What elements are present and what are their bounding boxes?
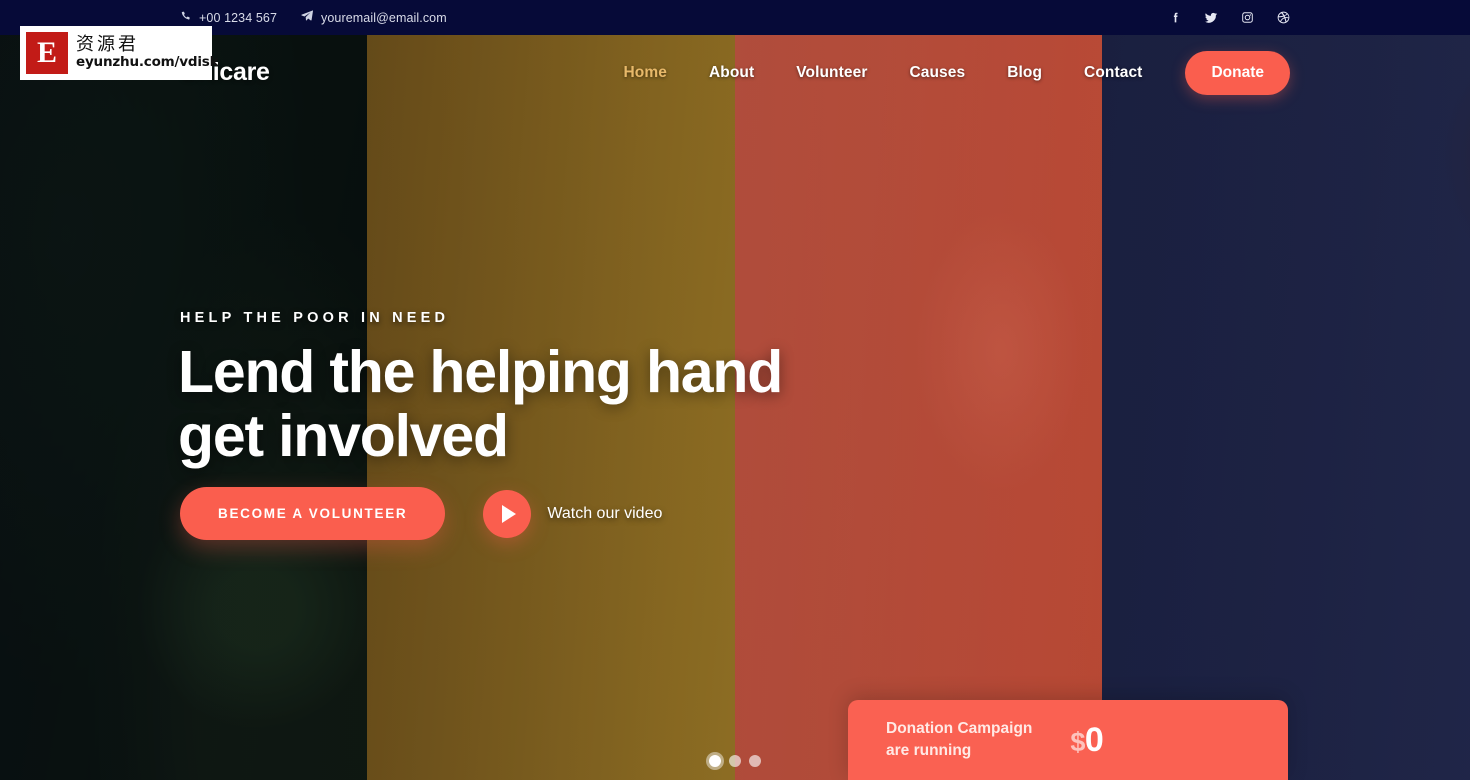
donation-campaign-line-1: Donation Campaign	[886, 719, 1033, 737]
instagram-icon[interactable]	[1240, 11, 1254, 25]
donation-amount: $ 0	[1070, 721, 1103, 760]
page-root: +00 1234 567 youremail@email.com Unicare…	[0, 0, 1470, 780]
watermark-url: eyunzhu.com/vdisk	[76, 54, 219, 71]
carousel-dot-3[interactable]	[749, 755, 761, 767]
donation-currency-symbol: $	[1070, 726, 1085, 757]
nav-item-blog[interactable]: Blog	[986, 64, 1063, 82]
nav-item-about[interactable]: About	[688, 64, 775, 82]
paper-plane-icon	[301, 10, 314, 25]
play-icon[interactable]	[483, 489, 532, 538]
phone-number: +00 1234 567	[199, 10, 278, 25]
hero-headline-line-2: get involved	[178, 402, 509, 469]
phone-icon	[180, 11, 191, 25]
donation-campaign-line-2: are running	[886, 742, 972, 759]
donate-button[interactable]: Donate	[1185, 50, 1290, 95]
social-links	[1168, 11, 1290, 25]
nav-menu: Home About Volunteer Causes Blog Contact…	[602, 50, 1290, 95]
email-contact[interactable]: youremail@email.com	[301, 10, 447, 25]
become-a-volunteer-button[interactable]: BECOME A VOLUNTEER	[180, 487, 446, 540]
nav-item-home[interactable]: Home	[602, 64, 687, 82]
main-navigation: Unicare Home About Volunteer Causes Blog…	[0, 35, 1470, 110]
watermark-chinese-name: 资源君	[76, 34, 139, 56]
twitter-icon[interactable]	[1204, 11, 1218, 25]
nav-item-causes[interactable]: Causes	[888, 64, 986, 82]
watermark-logo-icon: E	[26, 32, 68, 74]
carousel-dot-2[interactable]	[729, 755, 741, 767]
hero-headline: Lend the helping hand get involved	[178, 339, 938, 469]
donation-campaign-card[interactable]: Donation Campaign are running $ 0	[848, 700, 1288, 780]
phone-contact[interactable]: +00 1234 567	[180, 11, 277, 25]
nav-item-volunteer[interactable]: Volunteer	[775, 64, 888, 82]
facebook-icon[interactable]	[1168, 11, 1182, 25]
email-address: youremail@email.com	[321, 10, 447, 25]
carousel-dot-1[interactable]	[709, 755, 721, 767]
hero-eyebrow: HELP THE POOR IN NEED	[180, 310, 450, 326]
hero-cta-row: BECOME A VOLUNTEER Watch our video	[180, 487, 662, 540]
nav-item-contact[interactable]: Contact	[1063, 64, 1163, 82]
donation-amount-value: 0	[1084, 720, 1104, 759]
top-contact-info: +00 1234 567 youremail@email.com	[180, 10, 447, 25]
watch-video-label: Watch our video	[547, 504, 663, 522]
dribbble-icon[interactable]	[1276, 11, 1290, 25]
watch-video-control[interactable]: Watch our video	[483, 489, 663, 538]
hero-section: HELP THE POOR IN NEED Lend the helping h…	[0, 0, 1470, 780]
donation-campaign-text: Donation Campaign are running	[886, 718, 1032, 763]
watermark-overlay: E 资源君 eyunzhu.com/vdisk	[20, 26, 219, 80]
hero-headline-line-1: Lend the helping hand	[178, 339, 783, 405]
watermark-logo-letter: E	[36, 36, 57, 69]
top-contact-bar: +00 1234 567 youremail@email.com	[0, 0, 1470, 35]
watermark-text: 资源君 eyunzhu.com/vdisk	[76, 34, 219, 71]
